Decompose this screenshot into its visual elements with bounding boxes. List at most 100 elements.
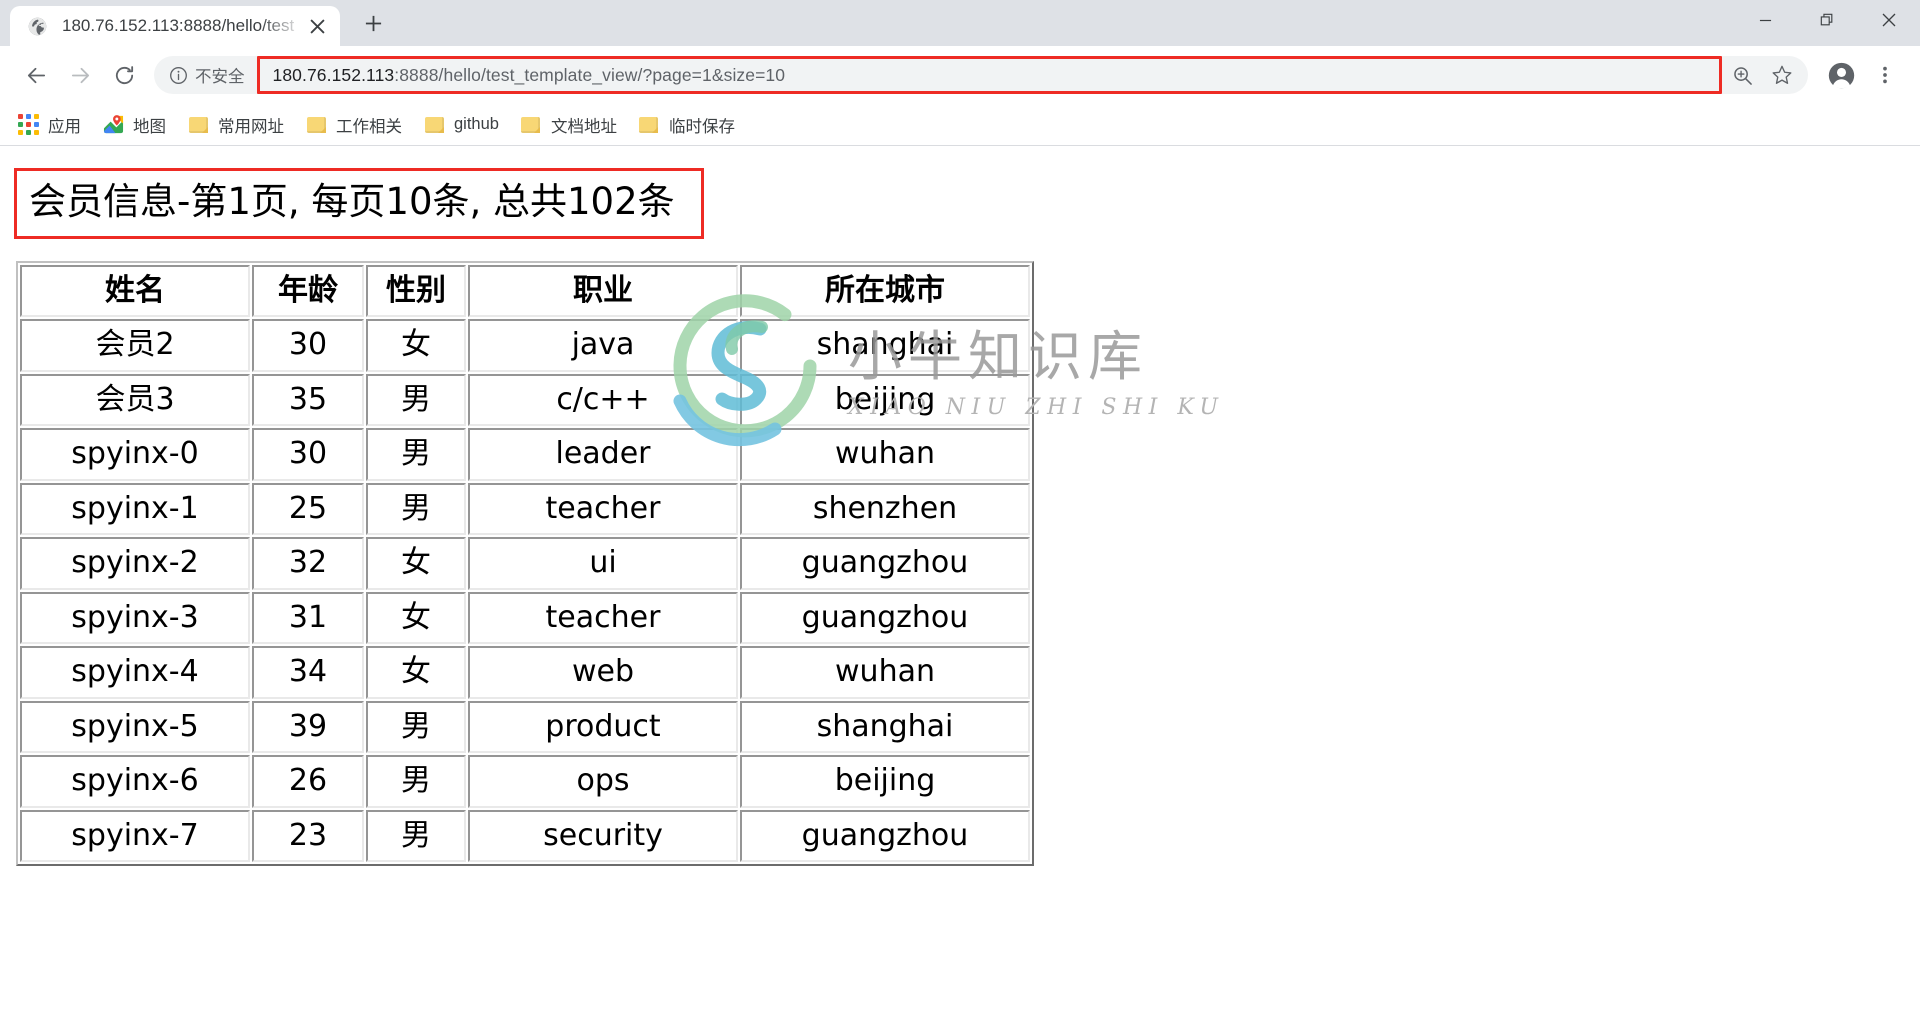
table-header-row: 姓名 年龄 性别 职业 所在城市: [20, 264, 1030, 318]
address-bar[interactable]: 不安全 180.76.152.113:8888/hello/test_templ…: [154, 56, 1808, 94]
cell-city: shanghai: [740, 700, 1030, 754]
bookmark-item-apps[interactable]: 应用: [8, 110, 90, 140]
member-info-table: 姓名 年龄 性别 职业 所在城市 会员2 30 女 java shanghai …: [16, 260, 1034, 867]
cell-name: spyinx-1: [20, 482, 250, 536]
cell-city: guangzhou: [740, 537, 1030, 590]
cell-gender: 女: [366, 537, 466, 590]
bookmark-label: 临时保存: [668, 117, 735, 136]
table-row: spyinx-4 34 女 web wuhan: [20, 646, 1030, 699]
cell-age: 23: [252, 809, 364, 863]
bookmark-label: 工作相关: [336, 117, 402, 136]
cell-job: c/c++: [468, 373, 738, 427]
folder-icon: [187, 114, 209, 136]
cell-job: ui: [468, 537, 738, 590]
browser-tab[interactable]: 180.76.152.113:8888/hello/test: [10, 6, 340, 46]
url-text: 180.76.152.113:8888/hello/test_template_…: [273, 65, 786, 86]
bookmark-folder-github[interactable]: github: [414, 110, 508, 140]
cell-city: shenzhen: [740, 482, 1030, 536]
cell-name: spyinx-5: [20, 700, 250, 754]
folder-icon: [423, 114, 445, 136]
cell-name: spyinx-6: [20, 755, 250, 808]
cell-age: 32: [252, 537, 364, 590]
cell-job: java: [468, 319, 738, 372]
new-tab-button[interactable]: [352, 2, 394, 44]
security-label: 不安全: [195, 68, 245, 86]
folder-icon: [638, 114, 660, 136]
three-dot-menu-icon[interactable]: [1864, 53, 1906, 97]
bookmark-folder-work[interactable]: 工作相关: [296, 110, 411, 140]
cell-city: guangzhou: [740, 809, 1030, 863]
cell-name: spyinx-0: [20, 428, 250, 481]
column-header-job: 职业: [468, 264, 738, 318]
cell-job: ops: [468, 755, 738, 808]
account-avatar-icon[interactable]: [1818, 52, 1864, 98]
cell-name: 会员3: [20, 373, 250, 427]
bookmark-label: 常用网址: [218, 117, 284, 136]
globe-icon: [26, 15, 48, 37]
cell-age: 34: [252, 646, 364, 699]
minimize-button[interactable]: [1734, 0, 1796, 40]
cell-name: spyinx-4: [20, 646, 250, 699]
bookmarks-bar: 应用 地图 常用网址 工作相关 github 文档地址 临时保存: [0, 104, 1920, 146]
table-row: spyinx-5 39 男 product shanghai: [20, 700, 1030, 754]
table-row: 会员3 35 男 c/c++ beijing: [20, 373, 1030, 427]
column-header-age: 年龄: [252, 264, 364, 318]
table-body: 会员2 30 女 java shanghai 会员3 35 男 c/c++ be…: [20, 319, 1030, 863]
cell-gender: 女: [366, 591, 466, 645]
cell-job: leader: [468, 428, 738, 481]
bookmark-folder-temp-save[interactable]: 临时保存: [629, 110, 744, 140]
folder-icon: [305, 114, 327, 136]
browser-window: 180.76.152.113:8888/hello/test 不安全 180.7…: [0, 0, 1920, 1020]
cell-job: teacher: [468, 591, 738, 645]
cell-gender: 男: [366, 482, 466, 536]
table-row: spyinx-0 30 男 leader wuhan: [20, 428, 1030, 481]
back-button[interactable]: [14, 53, 58, 97]
table-head: 姓名 年龄 性别 职业 所在城市: [20, 264, 1030, 318]
url-host: 180.76.152.113: [272, 64, 395, 85]
cell-name: spyinx-3: [20, 591, 250, 645]
toolbar-right: [1818, 52, 1906, 98]
cell-gender: 男: [366, 700, 466, 754]
table-row: spyinx-3 31 女 teacher guangzhou: [20, 591, 1030, 645]
cell-city: guangzhou: [740, 591, 1030, 645]
cell-age: 26: [252, 755, 364, 808]
cell-name: spyinx-7: [20, 809, 250, 863]
url-highlight-box[interactable]: 180.76.152.113:8888/hello/test_template_…: [256, 56, 1722, 94]
tab-title: 180.76.152.113:8888/hello/test: [62, 16, 295, 35]
cell-name: 会员2: [20, 319, 250, 372]
maps-pin-icon: [102, 114, 124, 136]
cell-city: shanghai: [740, 319, 1030, 372]
cell-city: wuhan: [740, 646, 1030, 699]
bookmark-label: 文档地址: [550, 117, 617, 136]
bookmark-label: 地图: [133, 117, 166, 136]
restore-button[interactable]: [1796, 0, 1858, 40]
close-icon[interactable]: [304, 13, 330, 39]
close-window-button[interactable]: [1858, 0, 1920, 40]
cell-age: 39: [252, 700, 364, 754]
bookmark-item-maps[interactable]: 地图: [93, 110, 175, 140]
table-row: spyinx-1 25 男 teacher shenzhen: [20, 482, 1030, 536]
column-header-city: 所在城市: [740, 264, 1030, 318]
apps-grid-icon: [17, 114, 39, 136]
cell-age: 31: [252, 591, 364, 645]
cell-job: teacher: [468, 482, 738, 536]
cell-gender: 男: [366, 809, 466, 863]
cell-city: beijing: [740, 755, 1030, 808]
forward-button[interactable]: [58, 53, 102, 97]
zoom-in-icon[interactable]: [1722, 55, 1762, 95]
reload-button[interactable]: [102, 53, 146, 97]
cell-city: wuhan: [740, 428, 1030, 481]
star-icon[interactable]: [1762, 55, 1802, 95]
cell-job: security: [468, 809, 738, 863]
cell-gender: 男: [366, 373, 466, 427]
bookmark-label: github: [454, 115, 499, 133]
bookmark-folder-docs[interactable]: 文档地址: [511, 110, 626, 140]
security-chip[interactable]: 不安全: [168, 63, 255, 87]
bookmark-folder-common-sites[interactable]: 常用网址: [178, 110, 293, 140]
cell-age: 35: [252, 373, 364, 427]
window-controls: [1734, 0, 1920, 46]
folder-icon: [520, 114, 542, 136]
table-row: spyinx-7 23 男 security guangzhou: [20, 809, 1030, 863]
cell-name: spyinx-2: [20, 537, 250, 590]
omnibox-actions: [1722, 55, 1808, 95]
